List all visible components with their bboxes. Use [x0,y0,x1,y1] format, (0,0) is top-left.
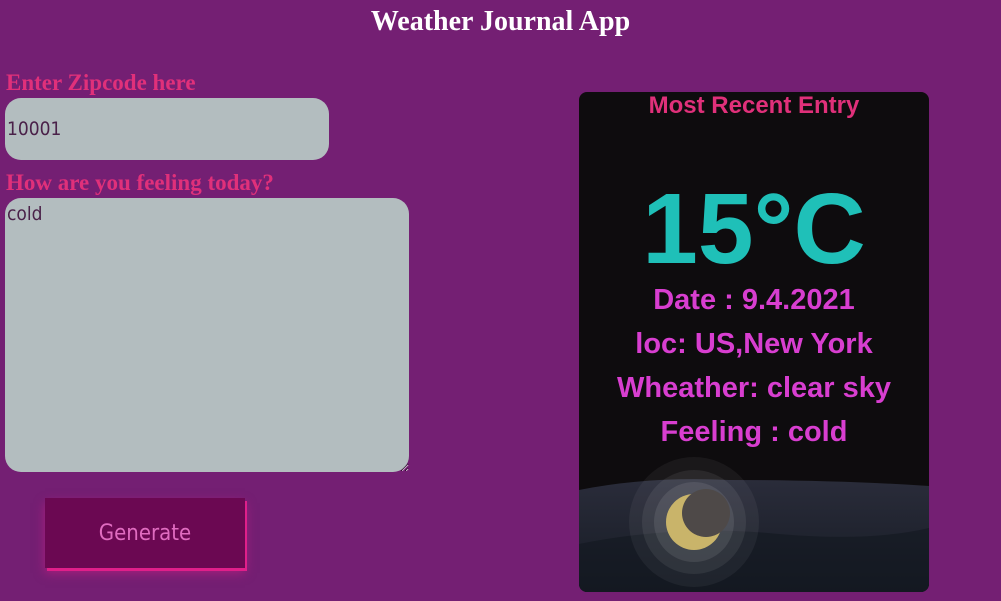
temperature-value: 15°C [642,173,866,285]
app-title: Weather Journal App [370,6,631,37]
zip-label: Enter Zipcode here [6,70,196,95]
feeling-text: Feeling : cold [660,416,848,448]
weather-text: Wheather: clear sky [616,372,891,404]
date-text: Date : 9.4.2021 [653,284,855,316]
location-text: loc: US,New York [635,328,873,360]
feelings-input[interactable]: cold [5,198,409,472]
generate-button[interactable]: Generate [45,498,245,568]
moon-icon [629,457,759,587]
recent-entry-card: Most Recent Entry 15°C Date : 9.4.2021 l… [579,92,929,592]
zip-input[interactable] [5,98,329,160]
feelings-label: How are you feeling today? [6,170,274,195]
card-title: Most Recent Entry [648,92,860,119]
